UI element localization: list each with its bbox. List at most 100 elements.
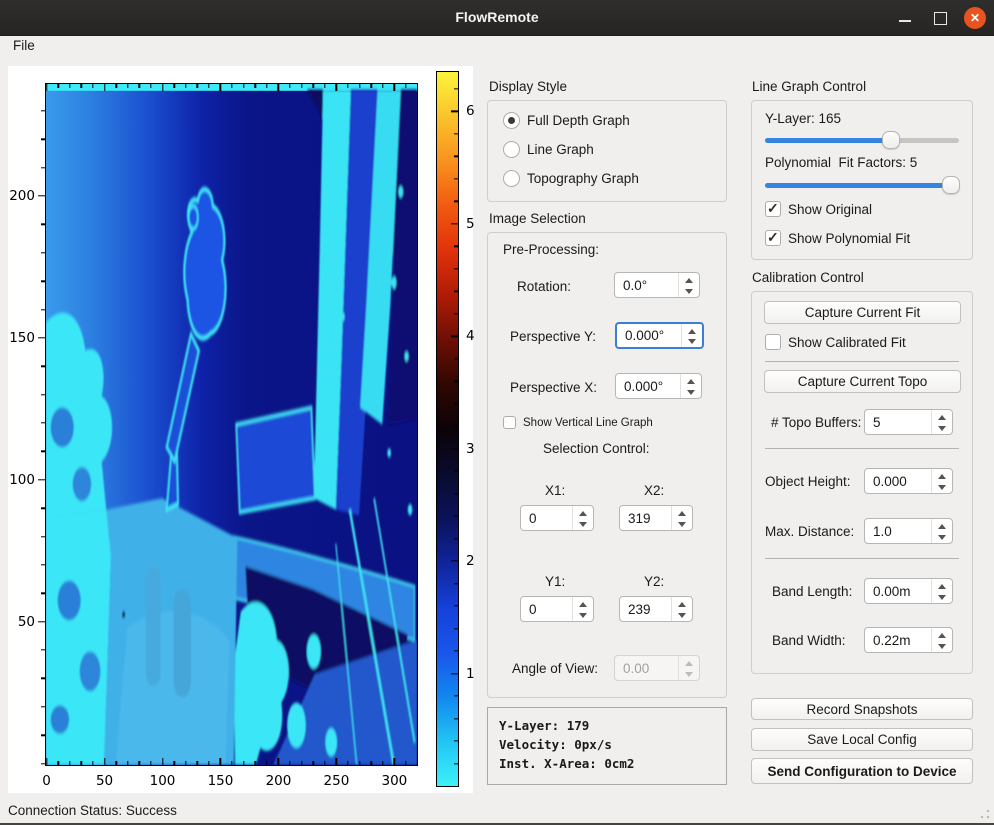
tick-mark [220,84,221,91]
band-length-spin-up-icon[interactable] [932,579,952,591]
perspective-y-input[interactable] [617,324,681,347]
resize-grip-icon[interactable] [980,809,990,819]
max-distance-spinbox[interactable] [864,518,953,544]
titlebar[interactable]: FlowRemote ✕ [0,0,994,36]
tick-mark [451,111,458,112]
perspective-y-spin-up-icon[interactable] [682,324,702,336]
band-width-spinbox[interactable] [864,627,953,653]
topo-buffers-spin-down-icon[interactable] [932,422,952,434]
y1-spin-down-icon[interactable] [573,609,593,621]
show-polynomial-fit-checkbox[interactable]: Show Polynomial Fit [765,230,910,246]
x2-spinbox[interactable] [619,505,693,531]
perspective-x-spinbox[interactable] [615,373,702,399]
tick-mark [454,493,458,494]
x-tick-label: 300 [382,773,408,789]
minimize-button[interactable] [894,7,916,29]
tick-mark [454,291,458,292]
max-distance-spin-up-icon[interactable] [932,519,952,531]
tick-mark [150,761,151,765]
x1-spin-up-icon[interactable] [573,506,593,518]
band-length-spin-down-icon[interactable] [932,591,952,603]
perspective-y-spin-down-icon[interactable] [682,336,702,348]
x2-spin-down-icon[interactable] [672,518,692,530]
perspective-x-spin-up-icon[interactable] [681,374,701,386]
send-configuration-button[interactable]: Send Configuration to Device [751,758,973,784]
checkbox-indicator [765,334,781,350]
tick-mark [46,84,47,91]
perspective-y-spinbox[interactable] [615,322,704,349]
y2-label: Y2: [644,574,664,589]
menu-file[interactable]: File [13,38,35,53]
y1-spin-up-icon[interactable] [573,597,593,609]
tick-mark [454,88,458,89]
y1-input[interactable] [521,597,572,621]
tick-mark [41,593,46,594]
band-width-input[interactable] [865,628,931,652]
topo-buffers-spin-up-icon[interactable] [932,410,952,422]
y2-spin-up-icon[interactable] [672,597,692,609]
y2-spin-down-icon[interactable] [672,609,692,621]
topo-buffers-input[interactable] [865,410,931,434]
perspective-x-spin-down-icon[interactable] [681,386,701,398]
radio-line-graph[interactable]: Line Graph [503,141,594,158]
y1-spinbox[interactable] [520,596,594,622]
colorbar-tick-label: 2 [466,553,475,569]
close-button[interactable]: ✕ [964,7,986,29]
x1-spin-down-icon[interactable] [573,518,593,530]
y-layer-slider[interactable] [765,131,959,149]
tick-mark [289,84,290,88]
x2-spin-up-icon[interactable] [672,506,692,518]
x1-input[interactable] [521,506,572,530]
radio-indicator [503,170,520,187]
tick-mark [231,84,232,88]
rotation-input[interactable] [615,273,678,297]
max-distance-spin-down-icon[interactable] [932,531,952,543]
show-vertical-line-graph-checkbox[interactable]: Show Vertical Line Graph [503,416,653,429]
maximize-button[interactable] [929,7,951,29]
band-length-spinbox[interactable] [864,578,953,604]
x2-input[interactable] [620,506,671,530]
topo-buffers-spinbox[interactable] [864,409,953,435]
y2-spinbox[interactable] [619,596,693,622]
band-width-spin-up-icon[interactable] [932,628,952,640]
rotation-spinbox[interactable] [614,272,700,298]
tick-mark [41,564,46,565]
save-local-config-button[interactable]: Save Local Config [751,728,973,751]
rotation-spin-down-icon[interactable] [679,285,699,297]
y-layer-slider-handle[interactable] [882,131,900,149]
show-calibrated-fit-checkbox[interactable]: Show Calibrated Fit [765,334,906,350]
y2-input[interactable] [620,597,671,621]
show-original-checkbox[interactable]: Show Original [765,201,872,217]
object-height-spin-down-icon[interactable] [932,481,952,493]
x1-spinbox[interactable] [520,505,594,531]
poly-fit-slider[interactable] [765,176,959,194]
tick-mark [41,139,46,140]
object-height-input[interactable] [865,469,931,493]
divider [765,361,959,362]
plot-area[interactable]: 05010015020025030050100150200 [45,83,418,766]
poly-fit-slider-handle[interactable] [942,176,960,194]
tick-mark [278,758,279,765]
object-height-spinbox[interactable] [864,468,953,494]
capture-current-topo-button[interactable]: Capture Current Topo [764,370,961,393]
capture-current-fit-button[interactable]: Capture Current Fit [764,301,961,324]
radio-full-depth-graph[interactable]: Full Depth Graph [503,112,630,129]
tick-mark [208,84,209,88]
record-snapshots-button[interactable]: Record Snapshots [751,698,973,720]
band-length-input[interactable] [865,579,931,603]
rotation-spin-up-icon[interactable] [679,273,699,285]
x-tick-label: 250 [324,773,350,789]
slider-track[interactable] [765,183,959,188]
tick-mark [162,84,163,91]
radio-topography-graph[interactable]: Topography Graph [503,170,639,187]
info-y-layer: Y-Layer: 179 [499,716,726,735]
tick-mark [173,761,174,765]
divider [765,448,959,449]
tick-mark [127,761,128,765]
status-bar: Connection Status: Success [0,797,994,825]
slider-track[interactable] [765,138,959,143]
max-distance-input[interactable] [865,519,931,543]
band-width-spin-down-icon[interactable] [932,640,952,652]
object-height-spin-up-icon[interactable] [932,469,952,481]
perspective-x-input[interactable] [616,374,680,398]
